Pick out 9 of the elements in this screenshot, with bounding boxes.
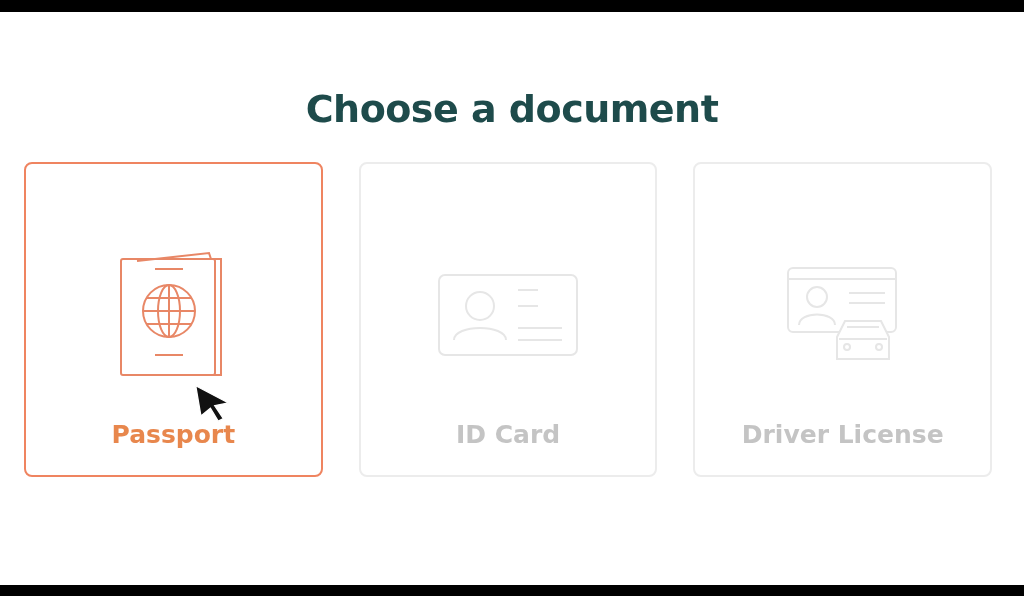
document-option[interactable]: ID Card <box>358 162 658 477</box>
option-label: Driver License <box>741 420 944 449</box>
document-option[interactable]: Driver License <box>693 162 992 477</box>
license-car-icon <box>786 267 899 363</box>
page-title: Choose a document <box>305 90 719 128</box>
document-option[interactable]: Passport <box>24 162 323 477</box>
option-label: Passport <box>111 420 236 449</box>
id-card-icon <box>438 274 578 356</box>
option-label: ID Card <box>455 420 561 449</box>
